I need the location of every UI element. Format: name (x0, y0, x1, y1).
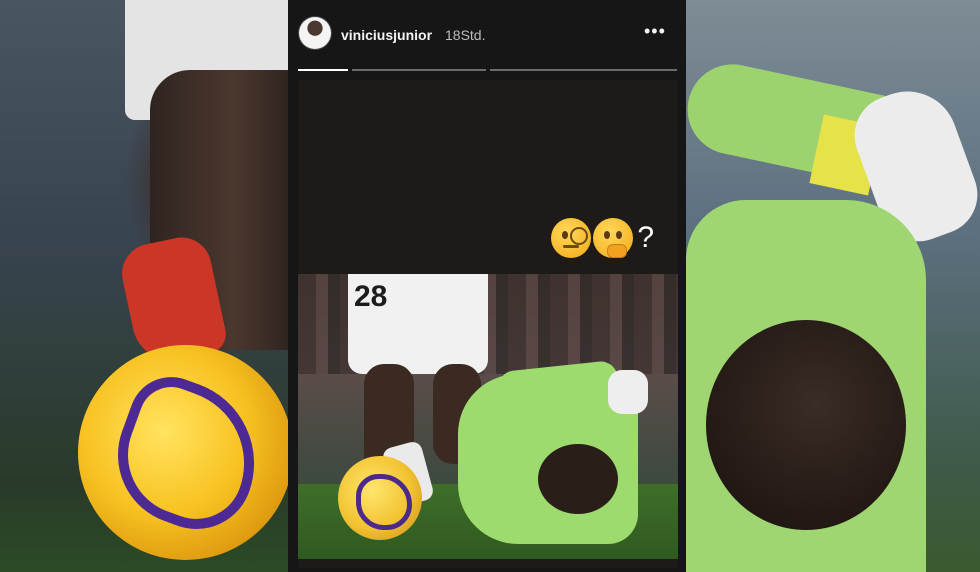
face-with-monocle-icon (551, 218, 592, 258)
goalkeeper-glove (608, 370, 648, 414)
background-ball (78, 345, 293, 560)
story-viewer[interactable]: viniciusjunior 18Std. ••• ? 28 (288, 0, 686, 572)
blurred-background-left (0, 0, 293, 572)
progress-segment-1 (298, 69, 348, 71)
progress-segment-3 (490, 69, 677, 71)
background-head (706, 320, 906, 530)
blurred-background-right (679, 0, 980, 572)
progress-fill-1 (298, 69, 348, 71)
goalkeeper-head (538, 444, 618, 514)
thinking-face-icon (593, 218, 634, 258)
story-content[interactable]: ? 28 (298, 80, 678, 568)
avatar[interactable] (299, 17, 331, 49)
jersey-number: 28 (354, 280, 388, 313)
story-header: viniciusjunior 18Std. ••• (288, 0, 686, 60)
story-username[interactable]: viniciusjunior (341, 27, 432, 43)
story-timestamp: 18Std. (445, 27, 486, 43)
caption-question-mark: ? (637, 221, 654, 254)
football (338, 456, 422, 540)
progress-segment-2 (352, 69, 486, 71)
more-options-icon[interactable]: ••• (644, 22, 668, 42)
story-photo: 28 (298, 274, 678, 559)
caption-emojis: ? (551, 218, 654, 258)
